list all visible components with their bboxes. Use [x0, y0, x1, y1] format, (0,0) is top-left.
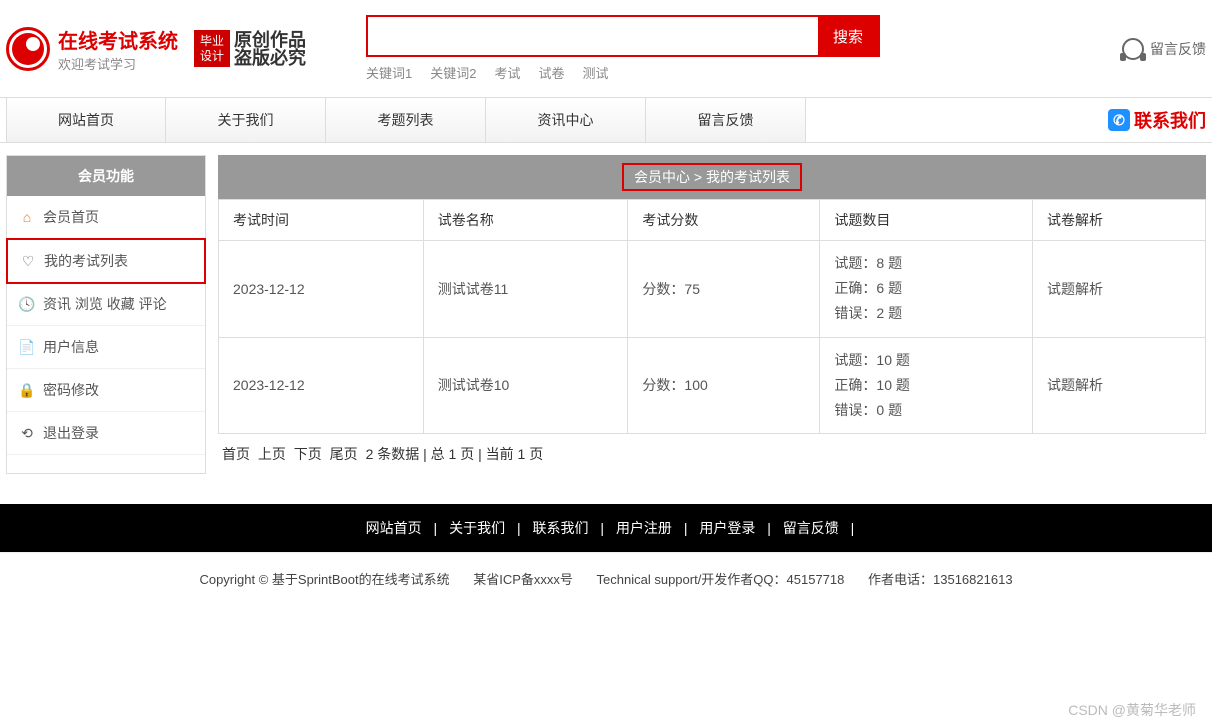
- sidebar-item-home[interactable]: ⌂ 会员首页: [7, 196, 205, 239]
- keyword-link[interactable]: 考试: [494, 63, 520, 82]
- logout-icon: ⟲: [19, 425, 35, 441]
- footer-link[interactable]: 用户登录: [699, 520, 755, 536]
- col-time: 考试时间: [219, 200, 424, 241]
- badge-graduate: 毕业设计: [194, 30, 230, 67]
- heart-icon: ♡: [20, 253, 36, 269]
- col-analysis: 试卷解析: [1032, 200, 1205, 241]
- contact-us-link[interactable]: ✆ 联系我们: [1108, 107, 1206, 133]
- table-row: 2023-12-12 测试试卷10 分数：100 试题：10 题 正确：10 题…: [219, 337, 1206, 434]
- sidebar-item-userinfo[interactable]: 📄 用户信息: [7, 326, 205, 369]
- col-name: 试卷名称: [423, 200, 628, 241]
- sidebar-item-logout[interactable]: ⟲ 退出登录: [7, 412, 205, 455]
- keyword-link[interactable]: 试卷: [539, 63, 565, 82]
- footer-link[interactable]: 关于我们: [449, 520, 505, 536]
- page-info: 2 条数据 | 总 1 页 | 当前 1 页: [366, 446, 544, 462]
- sidebar-item-news[interactable]: 🕓 资讯 浏览 收藏 评论: [7, 283, 205, 326]
- logo-area[interactable]: 在线考试系统 欢迎考试学习 毕业设计 原创作品盗版必究: [6, 25, 306, 73]
- logo-icon: [6, 27, 50, 71]
- search-box: 搜索: [366, 15, 880, 57]
- headset-icon: [1122, 38, 1144, 60]
- keyword-link[interactable]: 关键词1: [366, 63, 412, 82]
- watermark: CSDN @黄菊华老师: [1068, 700, 1196, 720]
- footer-link[interactable]: 留言反馈: [783, 520, 839, 536]
- footer-link[interactable]: 网站首页: [366, 520, 422, 536]
- keyword-link[interactable]: 关键词2: [430, 63, 476, 82]
- badge-original: 原创作品盗版必究: [234, 31, 306, 67]
- site-title: 在线考试系统: [58, 25, 178, 54]
- sidebar-item-password[interactable]: 🔒 密码修改: [7, 369, 205, 412]
- col-count: 试题数目: [820, 200, 1033, 241]
- clock-icon: 🕓: [19, 296, 35, 312]
- breadcrumb: 会员中心 > 我的考试列表: [622, 163, 802, 191]
- sidebar-title: 会员功能: [7, 156, 205, 196]
- sidebar-item-exam-list[interactable]: ♡ 我的考试列表: [6, 238, 206, 284]
- nav-feedback[interactable]: 留言反馈: [646, 98, 806, 142]
- nav-about[interactable]: 关于我们: [166, 98, 326, 142]
- search-button[interactable]: 搜索: [818, 17, 878, 55]
- page-next[interactable]: 下页: [294, 446, 322, 462]
- footer-link[interactable]: 联系我们: [533, 520, 589, 536]
- footer-link[interactable]: 用户注册: [616, 520, 672, 536]
- col-score: 考试分数: [628, 200, 820, 241]
- phone-icon: ✆: [1108, 109, 1130, 131]
- analysis-link[interactable]: 试题解析: [1047, 281, 1103, 297]
- sidebar: 会员功能 ⌂ 会员首页 ♡ 我的考试列表 🕓 资讯 浏览 收藏 评论 📄 用户信…: [6, 155, 206, 474]
- pagination: 首页 上页 下页 尾页 2 条数据 | 总 1 页 | 当前 1 页: [218, 434, 1206, 474]
- content-header: 会员中心 > 我的考试列表: [218, 155, 1206, 199]
- keyword-link[interactable]: 测试: [583, 63, 609, 82]
- footer-info: Copyright © 基于SprintBoot的在线考试系统 某省ICP备xx…: [0, 552, 1212, 604]
- exam-table: 考试时间 试卷名称 考试分数 试题数目 试卷解析 2023-12-12 测试试卷…: [218, 199, 1206, 434]
- search-keywords: 关键词1 关键词2 考试 试卷 测试: [366, 63, 880, 82]
- page-first[interactable]: 首页: [222, 446, 250, 462]
- site-subtitle: 欢迎考试学习: [58, 54, 178, 73]
- nav-news[interactable]: 资讯中心: [486, 98, 646, 142]
- nav-questions[interactable]: 考题列表: [326, 98, 486, 142]
- home-icon: ⌂: [19, 209, 35, 225]
- nav-home[interactable]: 网站首页: [6, 98, 166, 142]
- page-last[interactable]: 尾页: [330, 446, 358, 462]
- search-input[interactable]: [368, 17, 818, 55]
- analysis-link[interactable]: 试题解析: [1047, 377, 1103, 393]
- file-icon: 📄: [19, 339, 35, 355]
- table-row: 2023-12-12 测试试卷11 分数：75 试题：8 题 正确：6 题 错误…: [219, 241, 1206, 338]
- page-prev[interactable]: 上页: [258, 446, 286, 462]
- feedback-link[interactable]: 留言反馈: [1122, 38, 1206, 60]
- lock-icon: 🔒: [19, 382, 35, 398]
- footer-nav: 网站首页 | 关于我们 | 联系我们 | 用户注册 | 用户登录 | 留言反馈 …: [0, 504, 1212, 552]
